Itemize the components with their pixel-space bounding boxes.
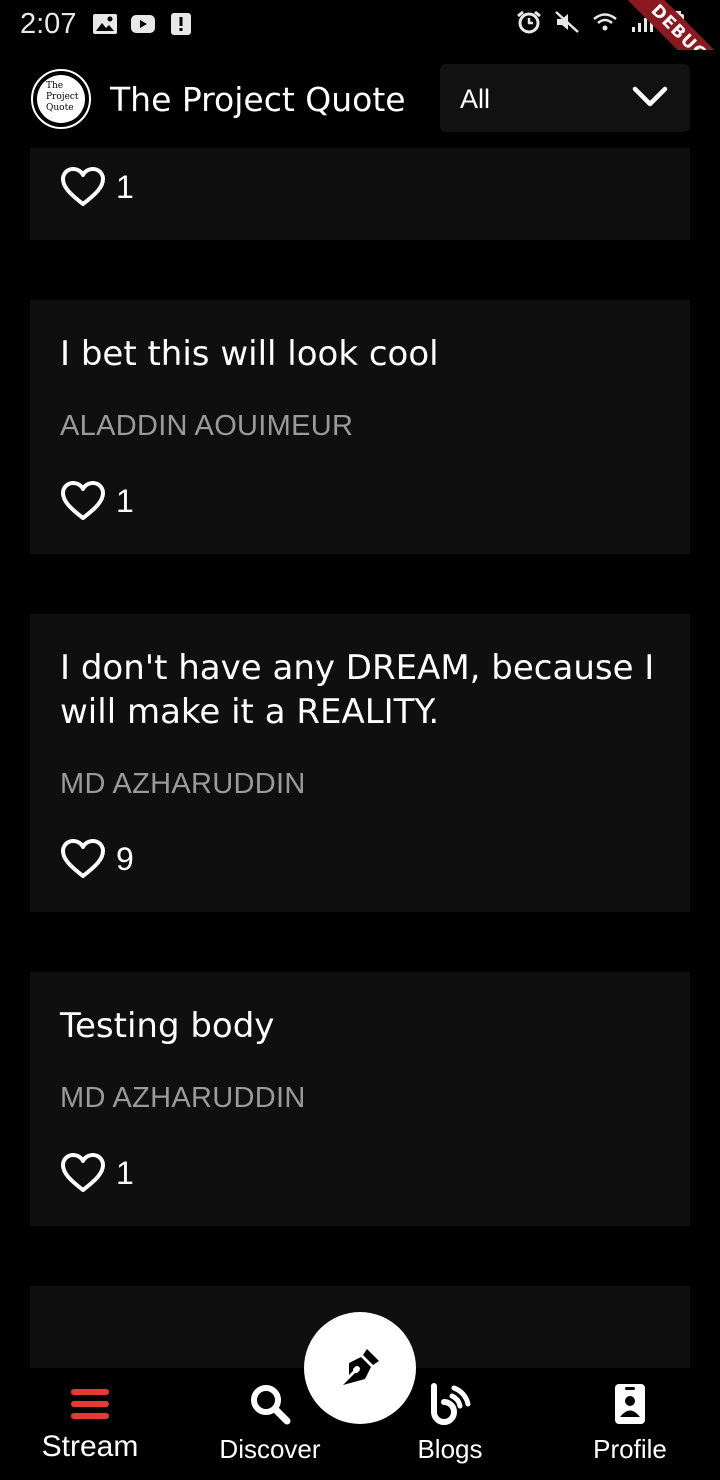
status-icons-left: [92, 12, 194, 36]
image-icon: [93, 14, 117, 34]
quote-body: Testing body: [60, 1006, 275, 1046]
alert-icon: [171, 13, 191, 35]
logo-line-1: The: [46, 81, 64, 91]
youtube-icon: [131, 15, 155, 33]
pen-nib-icon: [343, 1349, 379, 1385]
quote-card[interactable]: 1: [30, 148, 690, 240]
nav-label-blogs: Blogs: [417, 1434, 483, 1464]
nav-label-stream: Stream: [41, 1430, 139, 1463]
wifi-icon: [593, 13, 617, 31]
heart-icon[interactable]: [60, 838, 106, 880]
blog-icon: [431, 1383, 471, 1425]
like-row: 1: [60, 166, 134, 208]
quote-body: I don't have any DREAM, because I will m…: [60, 648, 655, 732]
status-time: 2:07: [20, 8, 77, 40]
like-count: 9: [116, 840, 134, 877]
status-bar: 2:07: [0, 0, 720, 50]
search-icon: [251, 1385, 291, 1425]
mute-icon: [555, 11, 579, 33]
quote-author[interactable]: MD AZHARUDDIN: [60, 768, 306, 801]
quote-feed[interactable]: 1 I bet this will look cool ALADDIN AOUI…: [0, 148, 720, 1368]
like-row: 1: [60, 480, 134, 522]
app-bar: The Project Quote The Project Quote All: [0, 50, 720, 148]
alarm-icon: [517, 10, 541, 34]
chevron-down-icon: [632, 86, 668, 107]
nav-label-discover: Discover: [219, 1434, 321, 1464]
quote-author[interactable]: MD AZHARUDDIN: [60, 1082, 306, 1115]
filter-value: All: [460, 84, 491, 114]
heart-icon[interactable]: [60, 166, 106, 208]
quote-body: I bet this will look cool: [60, 334, 439, 374]
app-logo: The Project Quote: [31, 69, 91, 129]
like-row: 9: [60, 838, 134, 880]
logo-mark: The Project Quote: [37, 75, 85, 123]
heart-icon[interactable]: [60, 480, 106, 522]
compose-button[interactable]: [304, 1312, 416, 1424]
app-title: The Project Quote: [110, 80, 406, 119]
quote-card[interactable]: I bet this will look cool ALADDIN AOUIME…: [30, 300, 690, 554]
profile-icon: [615, 1384, 645, 1424]
nav-label-profile: Profile: [593, 1434, 667, 1464]
logo-line-3: Quote: [46, 103, 74, 113]
like-count: 1: [116, 1154, 134, 1191]
quote-card[interactable]: I don't have any DREAM, because I will m…: [30, 614, 690, 912]
quote-author[interactable]: ALADDIN AOUIMEUR: [60, 410, 353, 443]
logo-line-2: Project: [46, 92, 79, 102]
nav-item-stream[interactable]: Stream: [0, 1368, 180, 1480]
stream-icon: [71, 1389, 109, 1419]
like-count: 1: [116, 482, 134, 519]
heart-icon[interactable]: [60, 1152, 106, 1194]
nav-item-profile[interactable]: Profile: [540, 1368, 720, 1480]
like-row: 1: [60, 1152, 134, 1194]
like-count: 1: [116, 168, 134, 205]
quote-card[interactable]: Testing body MD AZHARUDDIN 1: [30, 972, 690, 1226]
filter-dropdown[interactable]: All: [440, 64, 690, 132]
